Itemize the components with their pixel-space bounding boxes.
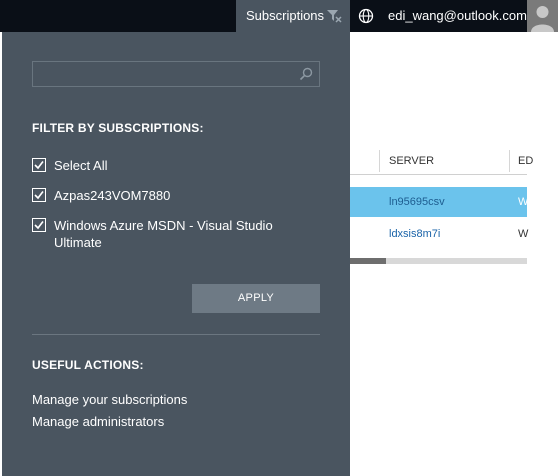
column-separator — [379, 150, 380, 172]
column-header-server[interactable]: SERVER — [389, 155, 434, 167]
edition-cell: W — [518, 196, 529, 208]
apply-button[interactable]: APPLY — [192, 284, 320, 313]
server-link[interactable]: ldxsis8m7i — [389, 228, 440, 240]
table-row[interactable]: ln95695csv W — [350, 187, 529, 217]
globe-icon[interactable] — [358, 8, 374, 24]
filter-heading: FILTER BY SUBSCRIPTIONS: — [32, 121, 204, 135]
subscription-filter-panel: FILTER BY SUBSCRIPTIONS: Select All Azpa… — [2, 32, 350, 476]
checkbox[interactable] — [32, 188, 46, 202]
checkbox[interactable] — [32, 158, 46, 172]
scrollbar-thumb[interactable] — [350, 258, 386, 264]
manage-subscriptions-link[interactable]: Manage your subscriptions — [32, 392, 187, 407]
divider — [32, 334, 320, 335]
column-separator — [509, 150, 510, 172]
filter-icon — [327, 10, 342, 23]
checkbox-label: Azpas243VOM7880 — [54, 188, 171, 203]
manage-administrators-link[interactable]: Manage administrators — [32, 414, 164, 429]
subscriptions-filter-button[interactable]: Subscriptions — [236, 0, 350, 32]
checkbox[interactable] — [32, 218, 46, 232]
table-row[interactable]: ldxsis8m7i W — [350, 219, 529, 249]
edition-cell: W — [518, 228, 529, 240]
search-box — [32, 61, 320, 87]
top-bar: Subscriptions edi_wang@outlook.com — [0, 0, 558, 32]
subscriptions-label: Subscriptions — [246, 8, 325, 23]
search-icon[interactable] — [299, 67, 313, 81]
user-email[interactable]: edi_wang@outlook.com — [388, 8, 527, 23]
checkbox-label: Select All — [54, 158, 108, 173]
checkbox-label: Windows Azure MSDN - Visual Studio Ultim… — [54, 218, 273, 250]
actions-heading: USEFUL ACTIONS: — [32, 358, 144, 372]
table-header: SERVER ED — [350, 148, 533, 175]
server-link[interactable]: ln95695csv — [389, 196, 445, 208]
column-header-edition[interactable]: ED — [518, 155, 533, 167]
horizontal-scrollbar[interactable] — [350, 258, 527, 264]
user-avatar-icon[interactable] — [527, 0, 558, 32]
search-input[interactable] — [33, 62, 293, 86]
